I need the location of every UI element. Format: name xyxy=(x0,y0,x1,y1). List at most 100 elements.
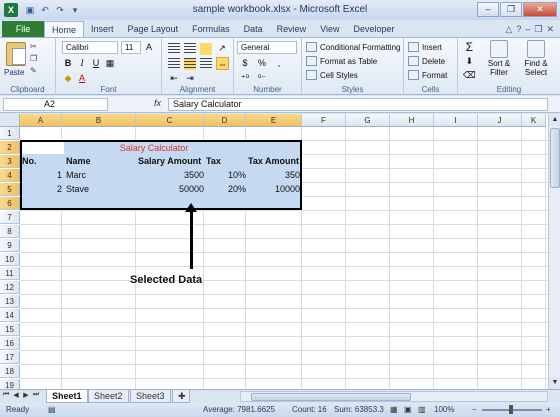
sheet-tab-sheet1[interactable]: Sheet1 xyxy=(46,390,88,403)
column-header-h[interactable]: H xyxy=(390,114,434,127)
row-header-10[interactable]: 10 xyxy=(0,253,20,266)
insert-cells-button[interactable]: Insert xyxy=(408,42,442,52)
zoom-in-icon[interactable]: + xyxy=(546,405,551,414)
cell-tax-amount[interactable]: 10000 xyxy=(248,183,302,196)
row-header-6[interactable]: 6 xyxy=(0,197,20,210)
increase-indent-icon[interactable]: ⇥ xyxy=(184,72,196,85)
increase-decimal-icon[interactable]: ⁺⁰ xyxy=(239,72,251,85)
first-sheet-icon[interactable]: ⏮ xyxy=(2,391,10,399)
tab-data[interactable]: Data xyxy=(237,21,270,37)
header-salary-amount[interactable]: Salary Amount xyxy=(138,155,206,168)
select-all-corner[interactable] xyxy=(0,114,20,127)
next-sheet-icon[interactable]: ▶ xyxy=(22,391,30,399)
align-left-icon[interactable] xyxy=(168,57,180,70)
workbook-close-icon[interactable]: ✕ xyxy=(546,21,554,37)
format-cells-button[interactable]: Format xyxy=(408,70,447,80)
row-header-14[interactable]: 14 xyxy=(0,309,20,322)
vertical-scroll-thumb[interactable] xyxy=(550,128,560,188)
worksheet-grid[interactable]: ABCDEFGHIJK 1 2 3 4 5 6 7 8 9 10 11 12 13 14 15 16 17 18 1… xyxy=(0,114,548,389)
help-icon[interactable]: ? xyxy=(516,21,521,37)
conditional-formatting-button[interactable]: Conditional Formatting xyxy=(306,42,400,52)
row-header-11[interactable]: 11 xyxy=(0,267,20,280)
fill-icon[interactable]: ⬇ xyxy=(463,55,475,68)
sheet-tab-sheet2[interactable]: Sheet2 xyxy=(88,390,129,403)
row-header-9[interactable]: 9 xyxy=(0,239,20,252)
row-header-19[interactable]: 19 xyxy=(0,379,20,389)
minimize-ribbon-icon[interactable]: △ xyxy=(505,21,512,37)
bottom-align-icon[interactable] xyxy=(200,42,212,55)
undo-icon[interactable]: ↶ xyxy=(39,4,51,16)
macro-record-icon[interactable]: ▤ xyxy=(48,405,56,414)
tab-insert[interactable]: Insert xyxy=(84,21,121,37)
column-header-i[interactable]: I xyxy=(434,114,478,127)
paste-button-label[interactable]: Paste xyxy=(4,68,24,77)
row-header-4[interactable]: 4 xyxy=(0,169,20,182)
autosum-icon[interactable]: Σ xyxy=(463,41,475,54)
column-header-g[interactable]: G xyxy=(346,114,390,127)
zoom-out-icon[interactable]: − xyxy=(472,405,477,414)
prev-sheet-icon[interactable]: ◀ xyxy=(12,391,20,399)
save-icon[interactable]: ▣ xyxy=(24,4,36,16)
middle-align-icon[interactable] xyxy=(184,42,196,55)
merge-center-icon[interactable]: ⇔ xyxy=(216,57,229,70)
excel-app-icon[interactable]: X xyxy=(4,3,18,17)
find-select-button[interactable]: Find & Select xyxy=(518,40,554,77)
header-tax[interactable]: Tax xyxy=(206,155,246,168)
insert-function-button[interactable]: fx xyxy=(154,98,161,108)
decrease-indent-icon[interactable]: ⇤ xyxy=(168,72,180,85)
tab-page-layout[interactable]: Page Layout xyxy=(121,21,186,37)
column-header-j[interactable]: J xyxy=(478,114,522,127)
row-header-13[interactable]: 13 xyxy=(0,295,20,308)
bold-button[interactable]: B xyxy=(62,57,74,70)
header-no[interactable]: No. xyxy=(22,155,62,168)
customize-qat-icon[interactable]: ▾ xyxy=(69,4,81,16)
cell-tax[interactable]: 20% xyxy=(206,183,248,196)
orientation-icon[interactable]: ↗ xyxy=(216,42,228,55)
name-box[interactable]: A2 xyxy=(3,98,108,111)
fill-color-button[interactable]: ◆ xyxy=(62,72,74,85)
cell-no[interactable]: 1 xyxy=(22,169,64,182)
normal-view-icon[interactable]: ▦ xyxy=(390,405,398,414)
minimize-button[interactable]: – xyxy=(477,2,499,17)
page-break-view-icon[interactable]: ▥ xyxy=(418,405,426,414)
scroll-down-icon[interactable]: ▼ xyxy=(549,377,560,389)
workbook-restore-icon[interactable]: ❐ xyxy=(534,21,542,37)
row-header-8[interactable]: 8 xyxy=(0,225,20,238)
last-sheet-icon[interactable]: ⏭ xyxy=(32,391,40,399)
tab-file[interactable]: File xyxy=(2,21,44,37)
header-tax-amount[interactable]: Tax Amount xyxy=(248,155,304,168)
borders-icon[interactable]: ▦ xyxy=(104,57,116,70)
decrease-decimal-icon[interactable]: ⁰⁻ xyxy=(256,72,268,85)
currency-button[interactable]: $ xyxy=(239,57,251,70)
cell-salary[interactable]: 3500 xyxy=(138,169,206,182)
row-header-12[interactable]: 12 xyxy=(0,281,20,294)
page-layout-view-icon[interactable]: ▣ xyxy=(404,405,412,414)
workbook-minimize-icon[interactable]: – xyxy=(525,21,530,37)
horizontal-scroll-thumb[interactable] xyxy=(251,393,411,401)
row-header-16[interactable]: 16 xyxy=(0,337,20,350)
cell-styles-button[interactable]: Cell Styles xyxy=(306,70,358,80)
column-header-f[interactable]: F xyxy=(302,114,346,127)
comma-button[interactable]: , xyxy=(273,57,285,70)
zoom-slider-thumb[interactable] xyxy=(509,405,513,414)
cell-name[interactable]: Marc xyxy=(66,169,136,182)
active-cell[interactable] xyxy=(22,142,64,154)
font-color-button[interactable]: A xyxy=(76,72,88,85)
cell-no[interactable]: 2 xyxy=(22,183,64,196)
row-header-7[interactable]: 7 xyxy=(0,211,20,224)
underline-button[interactable]: U xyxy=(90,57,102,70)
row-header-18[interactable]: 18 xyxy=(0,365,20,378)
column-header-a[interactable]: A xyxy=(20,114,62,127)
number-format-select[interactable]: General xyxy=(237,41,297,54)
tab-home[interactable]: Home xyxy=(44,21,85,37)
cut-icon[interactable]: ✂ xyxy=(30,42,40,52)
clear-icon[interactable]: ⌫ xyxy=(462,69,477,82)
font-name-select[interactable]: Calibri xyxy=(62,41,118,54)
maximize-button[interactable]: ❐ xyxy=(500,2,522,17)
grow-font-button[interactable]: A xyxy=(143,41,155,54)
sheet-tab-sheet3[interactable]: Sheet3 xyxy=(130,390,171,403)
vertical-scrollbar[interactable]: ▲ ▼ xyxy=(548,114,560,389)
column-header-b[interactable]: B xyxy=(62,114,136,127)
tab-formulas[interactable]: Formulas xyxy=(185,21,237,37)
column-header-c[interactable]: C xyxy=(136,114,204,127)
